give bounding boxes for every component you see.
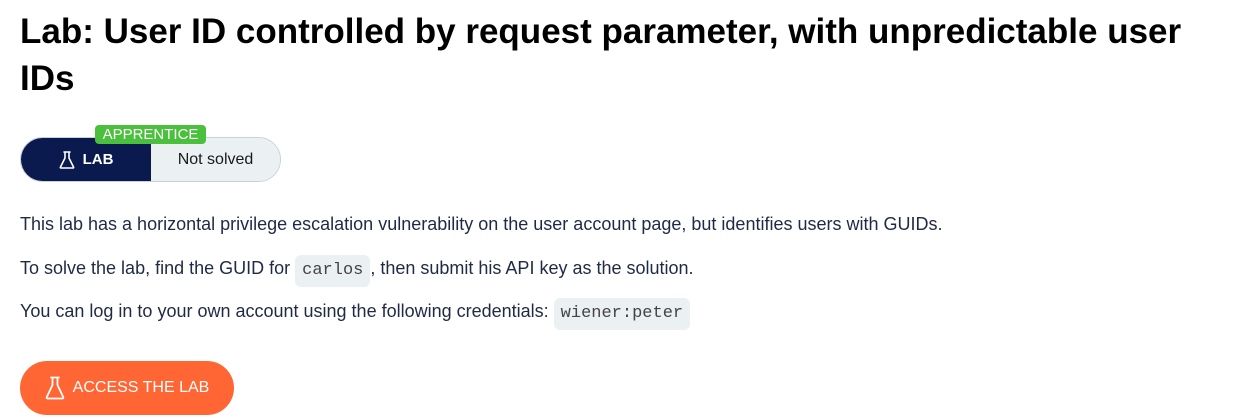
flask-icon	[59, 150, 75, 169]
access-lab-button[interactable]: ACCESS THE LAB	[20, 361, 234, 415]
credentials-code: wiener:peter	[553, 298, 691, 330]
access-lab-label: ACCESS THE LAB	[72, 379, 210, 396]
description-text: , then submit his API key as the solutio…	[370, 258, 694, 278]
lab-tag: LAB	[21, 138, 151, 181]
description-line-3: You can log in to your own account using…	[20, 298, 691, 330]
lab-solved-status: Not solved	[151, 138, 280, 181]
description-text: You can log in to your own account using…	[20, 301, 554, 321]
target-username-code: carlos	[295, 255, 371, 287]
description-line-2: To solve the lab, find the GUID for carl…	[20, 255, 694, 287]
lab-tag-label: LAB	[82, 151, 114, 168]
description-text: To solve the lab, find the GUID for	[20, 258, 296, 278]
difficulty-badge: APPRENTICE	[95, 125, 206, 144]
flask-icon	[45, 376, 65, 400]
page-title: Lab: User ID controlled by request param…	[20, 12, 1182, 98]
description-line-1: This lab has a horizontal privilege esca…	[20, 214, 943, 234]
